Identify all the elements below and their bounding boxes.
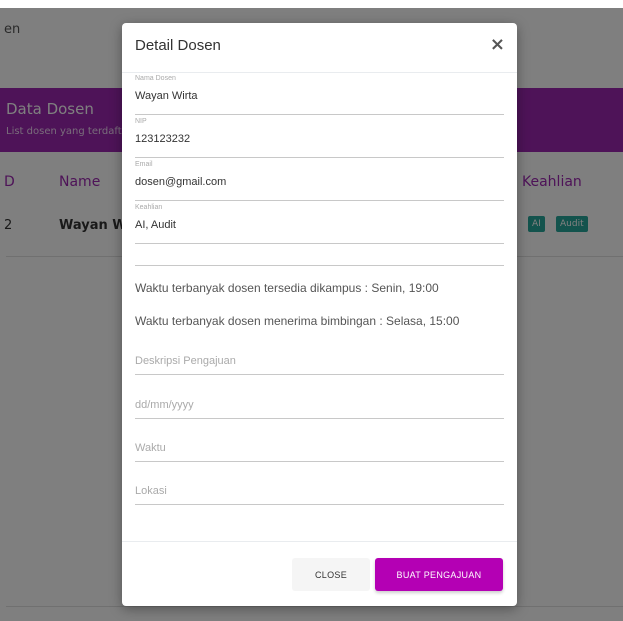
field-label: Nama Dosen — [135, 75, 176, 82]
field-underline — [135, 114, 504, 115]
availability-info: Waktu terbanyak dosen tersedia dikampus … — [135, 281, 439, 295]
field-label: Keahlian — [135, 204, 163, 211]
field-underline — [135, 200, 504, 201]
field-underline — [135, 265, 504, 266]
deskripsi-pengajuan-input[interactable] — [135, 347, 504, 375]
guidance-info: Waktu terbanyak dosen menerima bimbingan… — [135, 314, 460, 328]
field-value: 123123232 — [135, 133, 191, 145]
detail-dosen-modal: Detail Dosen × Nama Dosen Wayan Wirta NI… — [122, 23, 517, 606]
lokasi-input[interactable] — [135, 477, 504, 505]
close-button[interactable]: CLOSE — [292, 558, 370, 591]
empty-field[interactable] — [135, 245, 504, 267]
close-icon[interactable]: × — [490, 35, 505, 55]
field-label: Email — [135, 161, 153, 168]
tanggal-input[interactable] — [135, 391, 504, 419]
field-label: NIP — [135, 118, 147, 125]
field-underline — [135, 157, 504, 158]
field-underline — [135, 243, 504, 244]
modal-header: Detail Dosen × — [122, 23, 517, 73]
modal-footer: CLOSE BUAT PENGAJUAN — [122, 541, 517, 606]
buat-pengajuan-button[interactable]: BUAT PENGAJUAN — [375, 558, 503, 591]
field-value: Wayan Wirta — [135, 90, 198, 102]
field-value: dosen@gmail.com — [135, 176, 227, 188]
field-value: AI, Audit — [135, 219, 176, 231]
waktu-input[interactable] — [135, 434, 504, 462]
modal-title: Detail Dosen — [135, 37, 221, 54]
